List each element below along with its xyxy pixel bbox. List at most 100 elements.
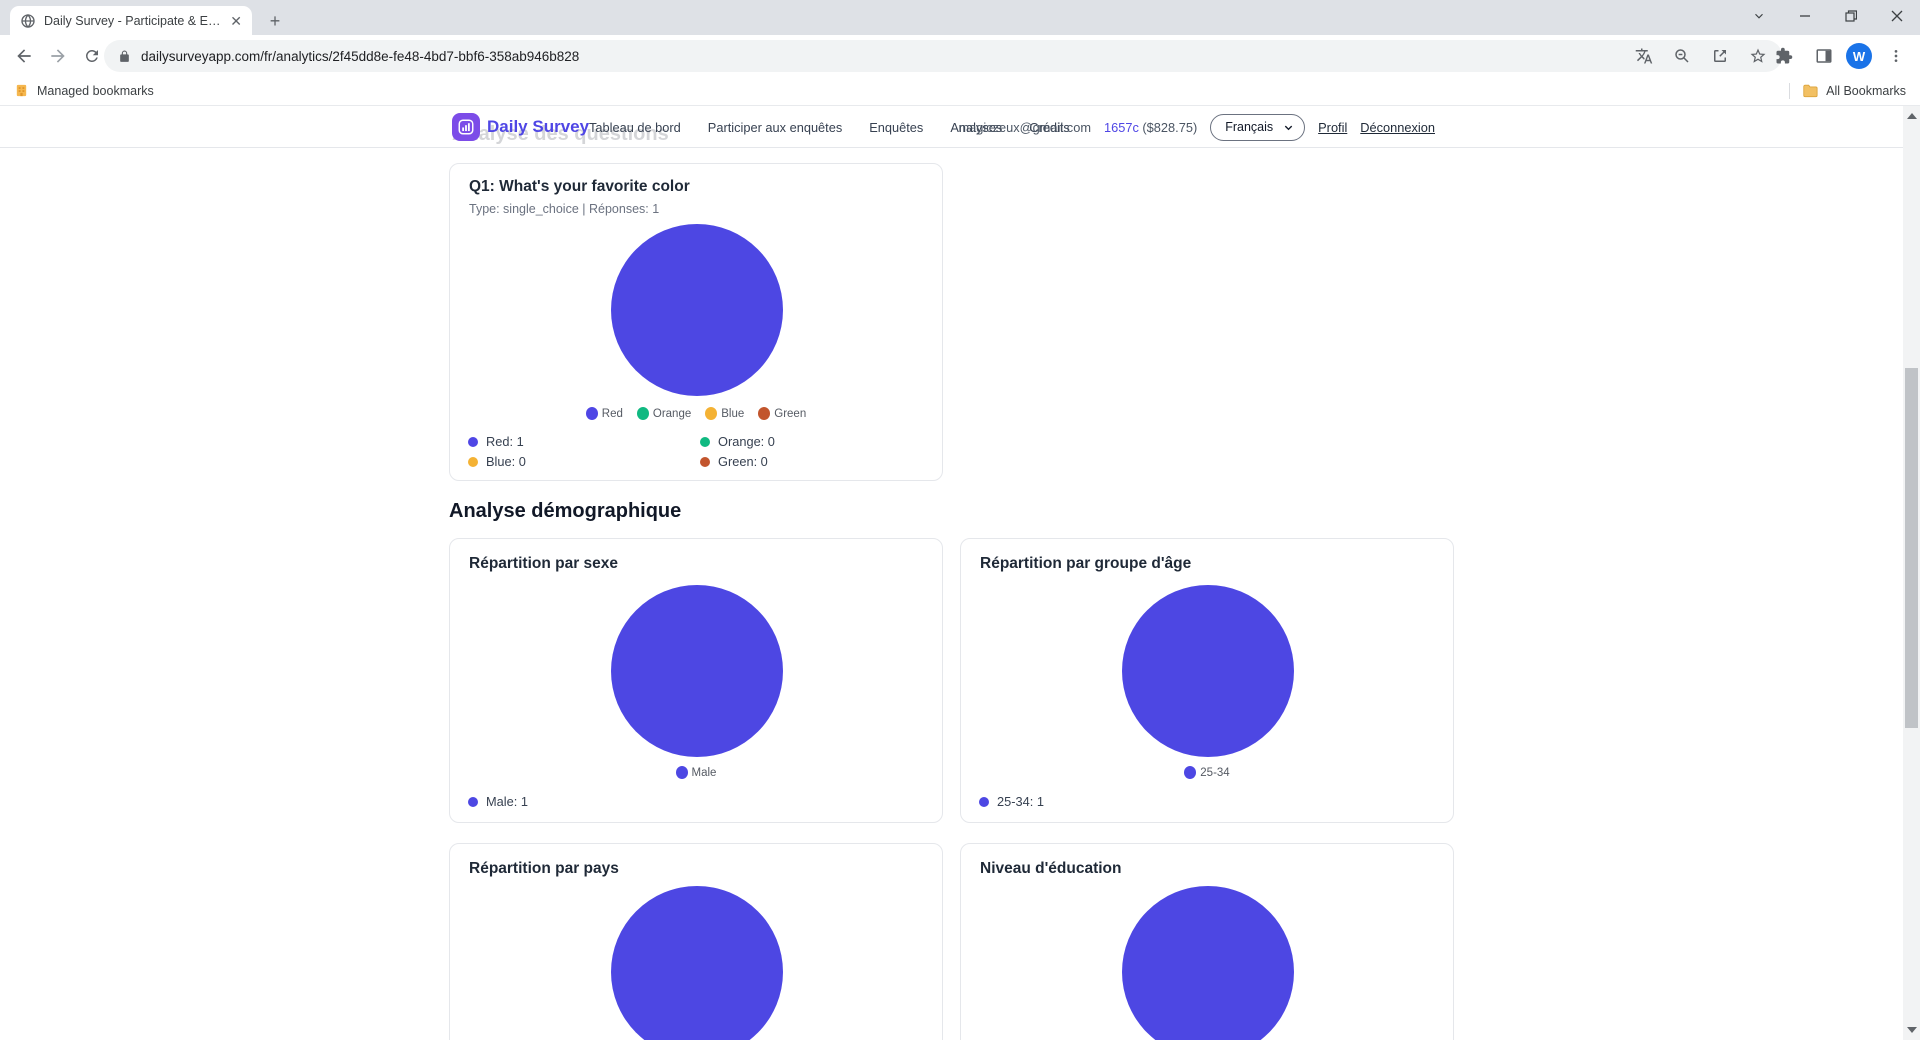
stat-blue: Blue: 0 [468, 454, 526, 469]
legend-dot [637, 407, 649, 420]
window-restore-icon[interactable] [1828, 0, 1874, 32]
forward-icon[interactable] [42, 40, 74, 72]
legend-item[interactable]: Green [758, 407, 806, 420]
stat-text: Blue: 0 [486, 454, 526, 469]
new-tab-button[interactable]: + [262, 8, 288, 34]
side-panel-icon[interactable] [1808, 40, 1840, 72]
card-title: Répartition par pays [469, 860, 619, 878]
stat-text: Male: 1 [486, 794, 528, 809]
tab-favicon-globe-icon [20, 13, 36, 29]
logout-link[interactable]: Déconnexion [1360, 120, 1435, 135]
menu-dots-icon[interactable] [1880, 40, 1912, 72]
language-select[interactable]: Français [1210, 114, 1305, 141]
card-q1-favorite-color: Q1: What's your favorite color Type: sin… [449, 163, 943, 481]
legend-item[interactable]: Male [676, 766, 717, 779]
stat-green: Green: 0 [700, 454, 768, 469]
pie-legend: Male [450, 766, 942, 779]
stat-text: Green: 0 [718, 454, 768, 469]
stat-dot [468, 437, 478, 447]
card-title: Q1: What's your favorite color [469, 178, 690, 196]
credits-balance: 1657c ($828.75) [1104, 120, 1197, 135]
legend-label: Blue [721, 408, 744, 420]
url-bar[interactable]: dailysurveyapp.com/fr/analytics/2f45dd8e… [104, 40, 1782, 72]
profile-link[interactable]: Profil [1318, 120, 1347, 135]
legend-dot [758, 407, 770, 420]
legend-label: Orange [653, 408, 691, 420]
managed-bookmarks-item[interactable]: Managed bookmarks [14, 83, 154, 98]
pie-chart-age [1122, 585, 1294, 757]
legend-dot [676, 766, 688, 779]
back-icon[interactable] [8, 40, 40, 72]
stat-red: Red: 1 [468, 434, 524, 449]
window-controls [1736, 0, 1920, 32]
url-text: dailysurveyapp.com/fr/analytics/2f45dd8e… [141, 49, 1620, 64]
pie-chart-education [1122, 886, 1294, 1040]
brand[interactable]: Daily Survey [452, 113, 589, 141]
legend-item[interactable]: Red [586, 407, 623, 420]
legend-item[interactable]: Orange [637, 407, 691, 420]
all-bookmarks-label: All Bookmarks [1826, 84, 1906, 98]
browser-toolbar: dailysurveyapp.com/fr/analytics/2f45dd8e… [0, 35, 1920, 76]
scrollbar-down-arrow-icon[interactable] [1907, 1027, 1917, 1033]
translate-icon[interactable] [1630, 42, 1658, 70]
legend-label: Green [774, 408, 806, 420]
card-title: Niveau d'éducation [980, 860, 1122, 878]
all-bookmarks-item[interactable]: All Bookmarks [1789, 83, 1906, 99]
legend-label: 25-34 [1200, 767, 1229, 779]
chevron-down-icon [1283, 122, 1294, 133]
legend-dot [586, 407, 598, 420]
stat-text: 25-34: 1 [997, 794, 1044, 809]
nav-dashboard[interactable]: Tableau de bord [589, 120, 681, 135]
window-minimize-icon[interactable] [1782, 0, 1828, 32]
share-icon[interactable] [1706, 42, 1734, 70]
card-title: Répartition par sexe [469, 555, 618, 573]
managed-bookmarks-icon [14, 83, 29, 98]
bar-chart-logo-icon [452, 113, 480, 141]
card-niveau-education: Niveau d'éducation [960, 843, 1454, 1040]
stat-dot [979, 797, 989, 807]
window-close-icon[interactable] [1874, 0, 1920, 32]
stat-dot [468, 797, 478, 807]
legend-dot [1184, 766, 1196, 779]
card-repartition-age: Répartition par groupe d'âge 25-34 25-34… [960, 538, 1454, 823]
stat-orange: Orange: 0 [700, 434, 775, 449]
card-title: Répartition par groupe d'âge [980, 555, 1191, 573]
legend-label: Male [692, 767, 717, 779]
scrollbar-up-arrow-icon[interactable] [1907, 113, 1917, 119]
extensions-puzzle-icon[interactable] [1768, 40, 1800, 72]
legend-item[interactable]: Blue [705, 407, 744, 420]
lock-icon [118, 50, 131, 63]
stat-dot [468, 457, 478, 467]
legend-dot [705, 407, 717, 420]
credits-amount: 1657c [1104, 120, 1139, 135]
stat-dot [700, 457, 710, 467]
zoom-out-icon[interactable] [1668, 42, 1696, 70]
language-value: Français [1225, 120, 1273, 134]
browser-tab[interactable]: Daily Survey - Participate & Earn ✕ [10, 6, 252, 35]
nav-surveys[interactable]: Enquêtes [869, 120, 923, 135]
stat-text: Red: 1 [486, 434, 524, 449]
tab-close-icon[interactable]: ✕ [230, 14, 242, 28]
browser-window: Daily Survey - Participate & Earn ✕ + [0, 0, 1920, 1040]
stat-male: Male: 1 [468, 794, 528, 809]
legend-item[interactable]: 25-34 [1184, 766, 1229, 779]
profile-avatar[interactable]: W [1846, 43, 1872, 69]
scrollbar-thumb[interactable] [1905, 368, 1918, 728]
app-header: Daily Survey Tableau de bord Participer … [0, 106, 1903, 148]
managed-bookmarks-label: Managed bookmarks [37, 84, 154, 98]
stat-text: Orange: 0 [718, 434, 775, 449]
stat-25-34: 25-34: 1 [979, 794, 1044, 809]
page-scrollbar[interactable] [1903, 106, 1920, 1040]
pie-chart-pays [611, 886, 783, 1040]
account-email: magiczeux@gmail.com [959, 120, 1091, 135]
brand-name: Daily Survey [487, 117, 589, 137]
tab-search-chevron-icon[interactable] [1736, 0, 1782, 32]
pie-legend: Red Orange Blue Green [450, 407, 942, 420]
bookmarks-bar: Managed bookmarks All Bookmarks [0, 76, 1920, 106]
card-subtitle: Type: single_choice | Réponses: 1 [469, 202, 659, 216]
section-heading-demographics: Analyse démographique [449, 500, 681, 523]
pie-chart-favorite-color [611, 224, 783, 396]
credits-usd: ($828.75) [1142, 120, 1197, 135]
card-repartition-pays: Répartition par pays [449, 843, 943, 1040]
nav-participate[interactable]: Participer aux enquêtes [708, 120, 842, 135]
